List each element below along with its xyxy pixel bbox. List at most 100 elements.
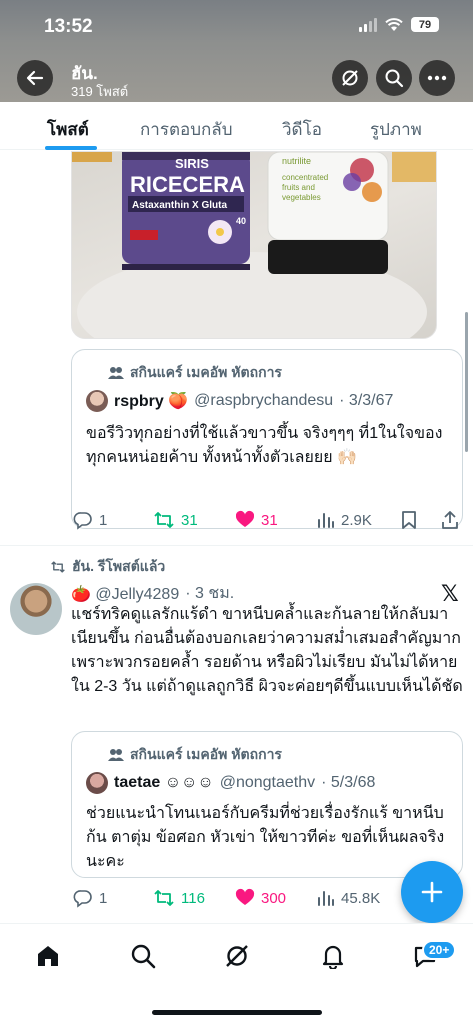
tab-grok[interactable]	[222, 941, 252, 971]
repost-button[interactable]: 31	[153, 508, 198, 532]
profile-tabs: โพสต์ การตอบกลับ วิดีโอ รูปภาพ	[0, 102, 473, 150]
like-count: 31	[261, 511, 278, 529]
share-icon	[442, 511, 458, 529]
back-button[interactable]	[17, 60, 53, 96]
like-button[interactable]: 31	[235, 508, 278, 532]
community-label: สกินแคร์ เมคอัพ หัตถการ	[108, 362, 282, 384]
home-indicator[interactable]	[152, 1010, 322, 1015]
author-avatar[interactable]	[10, 583, 62, 635]
profile-header: 13:52 79 ฮัน. 319 โพสต์	[0, 0, 473, 102]
reposted-by[interactable]: ฮัน. รีโพสต์แล้ว	[50, 556, 165, 578]
community-icon	[108, 367, 124, 379]
brand-subtitle: Astaxanthin X Gluta	[132, 200, 227, 211]
status-bar: 13:52 79	[0, 0, 473, 50]
search-icon	[385, 69, 404, 88]
bell-icon	[322, 945, 344, 969]
bookmark-button[interactable]	[400, 508, 418, 532]
brand-siris: SIRIS	[175, 156, 209, 171]
svg-text:concentrated: concentrated	[282, 173, 328, 182]
views-icon	[318, 891, 334, 906]
svg-text:40: 40	[236, 216, 246, 226]
share-button[interactable]	[441, 508, 459, 532]
search-icon	[131, 944, 156, 969]
reply-count: 1	[99, 511, 108, 529]
repost-count: 31	[181, 511, 198, 529]
like-count: 300	[261, 889, 287, 907]
post-text: แชร์ทริคดูแลรักแร้ดำ ขาหนีบคล้ำและก้นลาย…	[71, 606, 463, 695]
like-button[interactable]: 300	[235, 886, 286, 910]
active-tab-indicator	[45, 146, 97, 150]
views-count: 45.8K	[341, 889, 381, 907]
home-icon	[38, 946, 58, 966]
heart-icon	[235, 510, 255, 527]
quoted-post-date: · 5/3/68	[321, 774, 376, 791]
repost-button[interactable]: 116	[153, 886, 205, 910]
repost-icon	[154, 512, 174, 528]
tab-notifications[interactable]	[318, 941, 348, 971]
community-name: สกินแคร์ เมคอัพ หัตถการ	[130, 746, 282, 762]
tab-photos[interactable]: รูปภาพ	[370, 116, 422, 143]
post-actions: 1 31 31 2.9K	[71, 508, 463, 532]
more-button[interactable]	[419, 60, 455, 96]
author-handle[interactable]: 🍅 @Jelly4289	[71, 584, 179, 604]
quoted-post[interactable]: สกินแคร์ เมคอัพ หัตถการ rspbry 🍑 @raspbr…	[71, 349, 463, 529]
quoted-post-date: · 3/3/67	[339, 392, 394, 409]
views-button[interactable]: 2.9K	[317, 508, 372, 532]
quoted-author-handle: @raspbrychandesu	[194, 392, 334, 409]
brand-nutrilite: nutrilite	[282, 156, 311, 166]
wifi-icon	[385, 17, 403, 31]
tab-videos[interactable]: วิดีโอ	[282, 116, 322, 143]
quoted-author-name: taetae ☺☺☺	[114, 774, 214, 791]
tab-replies[interactable]: การตอบกลับ	[140, 116, 233, 143]
quoted-post-header: rspbry 🍑 @raspbrychandesu · 3/3/67	[86, 390, 393, 412]
scrollbar[interactable]	[465, 312, 468, 452]
post-divider	[0, 545, 473, 546]
quoted-author-name: rspbry 🍑	[114, 393, 189, 410]
reply-button[interactable]: 1	[73, 886, 107, 910]
avatar[interactable]	[86, 390, 108, 412]
views-icon	[318, 513, 334, 528]
plus-icon	[421, 881, 443, 903]
timeline: SIRIS RICECERA Astaxanthin X Gluta 40 nu…	[0, 151, 473, 922]
grok-button[interactable]	[332, 60, 368, 96]
reply-icon	[73, 890, 92, 908]
quoted-post-header: taetae ☺☺☺ @nongtaethv · 5/3/68	[86, 772, 375, 794]
quoted-post[interactable]: สกินแคร์ เมคอัพ หัตถการ taetae ☺☺☺ @nong…	[71, 731, 463, 878]
bookmark-icon	[402, 511, 416, 529]
bottom-tab-bar: 20+	[0, 923, 473, 1024]
grok-icon	[342, 70, 358, 86]
heart-icon	[235, 888, 255, 905]
tab-posts[interactable]: โพสต์	[47, 116, 89, 143]
views-button[interactable]: 45.8K	[317, 886, 380, 910]
reply-icon	[73, 512, 92, 530]
community-label: สกินแคร์ เมคอัพ หัตถการ	[108, 744, 282, 766]
views-count: 2.9K	[341, 511, 372, 529]
search-button[interactable]	[376, 60, 412, 96]
brand-ricecera: RICECERA	[130, 172, 245, 197]
reply-count: 1	[99, 889, 108, 907]
tab-home[interactable]	[33, 941, 63, 971]
product-photo: SIRIS RICECERA Astaxanthin X Gluta 40 nu…	[72, 152, 436, 338]
status-icons: 79	[359, 17, 439, 32]
community-icon	[108, 749, 124, 761]
post-image[interactable]: SIRIS RICECERA Astaxanthin X Gluta 40 nu…	[71, 151, 437, 339]
reply-button[interactable]: 1	[73, 508, 107, 532]
quoted-post-text: ช่วยแนะนำโทนเนอร์กับครีมที่ช่วยเรื่องรัก…	[86, 805, 445, 870]
arrow-left-icon	[26, 70, 44, 86]
svg-text:fruits and: fruits and	[282, 183, 315, 192]
avatar[interactable]	[86, 772, 108, 794]
messages-badge: 20+	[422, 940, 457, 960]
reposted-by-label: ฮัน. รีโพสต์แล้ว	[72, 558, 166, 574]
status-time: 13:52	[44, 16, 93, 37]
post-count: 319 โพสต์	[71, 84, 129, 99]
profile-nav-row: ฮัน. 319 โพสต์	[0, 56, 473, 100]
more-icon	[427, 75, 447, 81]
repost-small-icon	[51, 561, 65, 573]
tab-search[interactable]	[128, 941, 158, 971]
compose-button[interactable]	[401, 861, 463, 923]
quoted-author-handle: @nongtaethv	[219, 774, 316, 791]
quoted-post-text: ขอรีวิวทุกอย่างที่ใช้แล้วขาวขึ้น จริงๆๆๆ…	[86, 425, 443, 466]
svg-text:vegetables: vegetables	[282, 193, 321, 202]
signal-icon	[359, 17, 377, 32]
community-name: สกินแคร์ เมคอัพ หัตถการ	[130, 364, 282, 380]
